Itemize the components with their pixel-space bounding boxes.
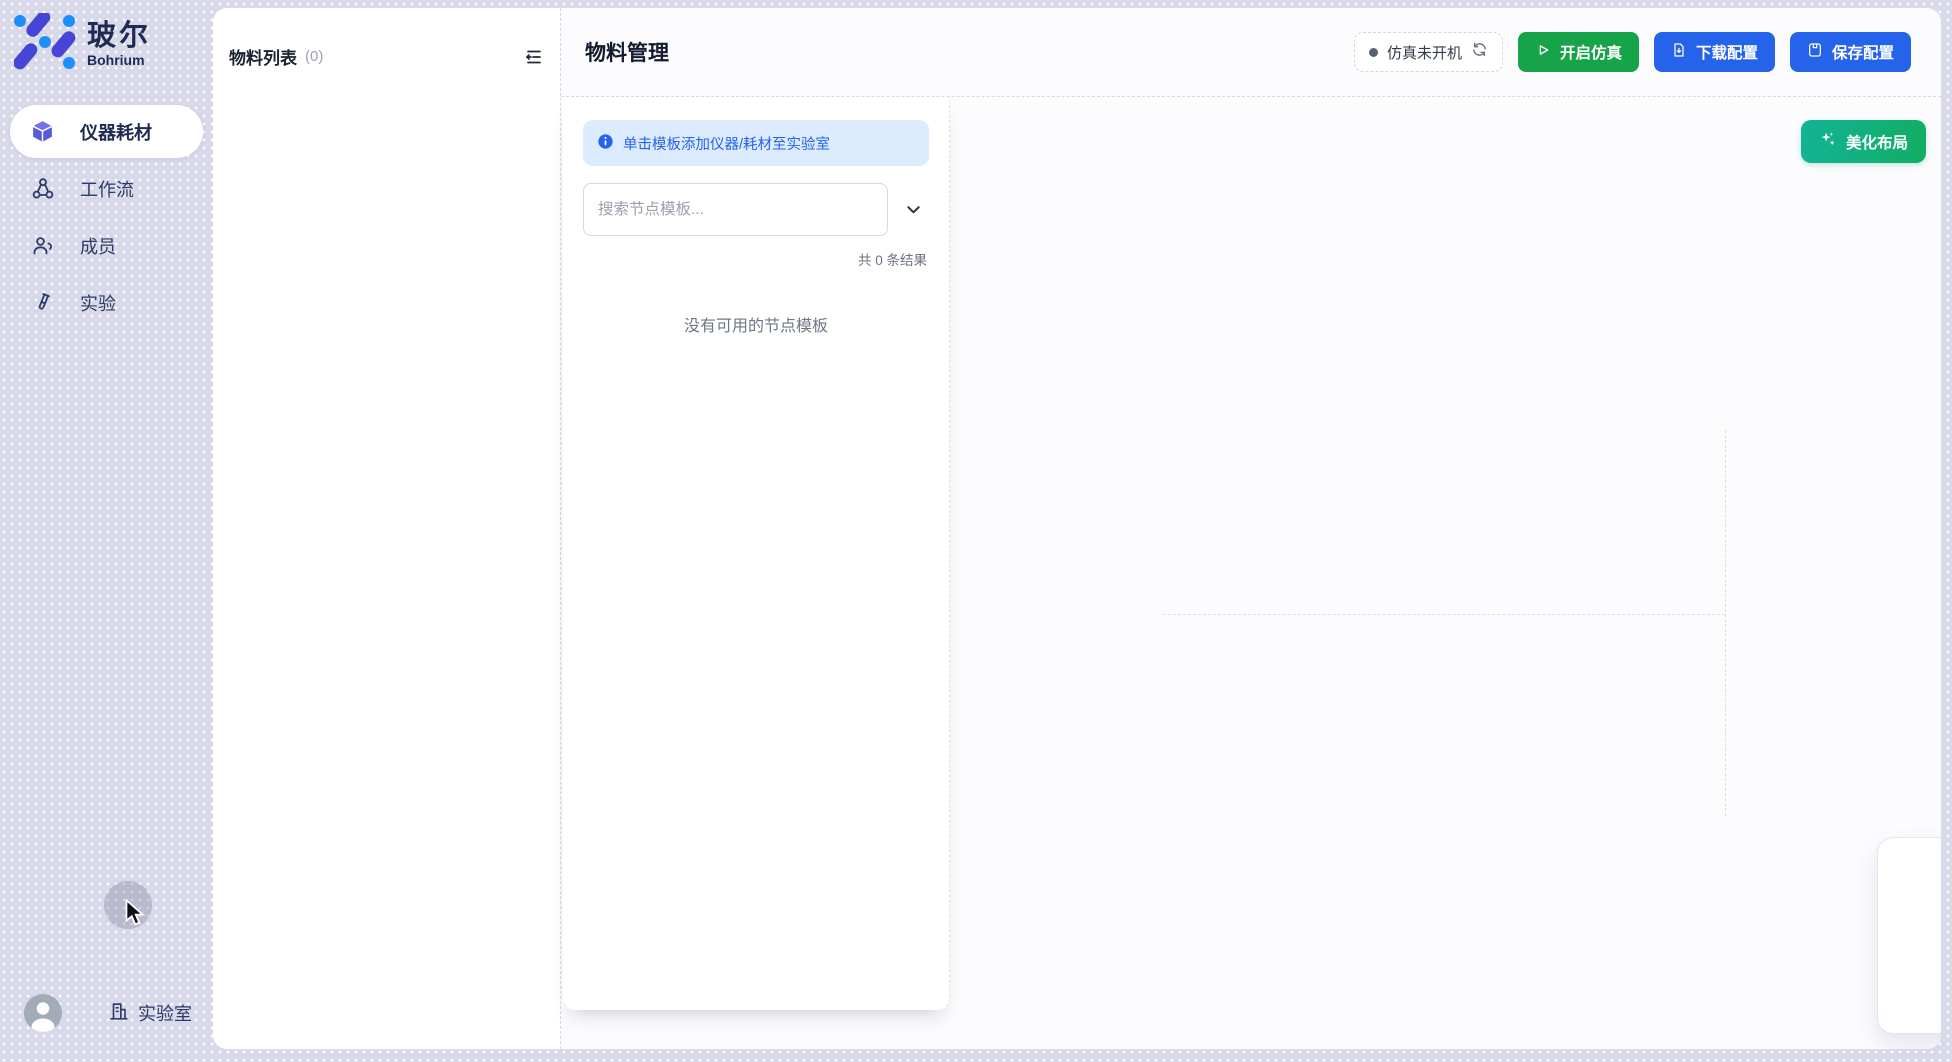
- members-icon: [30, 233, 55, 258]
- brand-logo: 玻尔 Bohrium: [14, 13, 151, 76]
- lab-entry[interactable]: 实验室: [108, 1000, 192, 1027]
- info-banner-text: 单击模板添加仪器/耗材至实验室: [623, 133, 830, 154]
- sidebar-item-label: 成员: [80, 233, 116, 259]
- search-row: [583, 183, 929, 236]
- start-simulation-label: 开启仿真: [1560, 41, 1622, 63]
- collapse-panel-icon[interactable]: [523, 46, 545, 68]
- minimap[interactable]: [1877, 837, 1941, 1034]
- sidebar-item-label: 仪器耗材: [80, 119, 152, 145]
- empty-template-message: 没有可用的节点模板: [583, 312, 929, 336]
- page-title: 物料管理: [585, 37, 669, 67]
- brand-name: 玻尔 Bohrium: [87, 21, 151, 68]
- simulation-status-label: 仿真未开机: [1387, 42, 1462, 63]
- result-count: 共 0 条结果: [583, 249, 929, 269]
- app-root: 玻尔 Bohrium 仪器耗材: [0, 0, 1952, 1062]
- status-dot-icon: [1369, 48, 1378, 57]
- mouse-cursor: [104, 881, 152, 929]
- sidebar-item-label: 实验: [80, 290, 116, 316]
- canvas-guide-line-vertical: [1725, 430, 1726, 816]
- file-download-icon: [1671, 42, 1687, 63]
- node-template-panel: 单击模板添加仪器/耗材至实验室 共 0 条结果 没有可用的节点模板: [563, 97, 950, 1010]
- info-banner: 单击模板添加仪器/耗材至实验室: [583, 120, 929, 166]
- workflow-icon: [30, 176, 55, 201]
- search-input[interactable]: [583, 183, 888, 236]
- sparkles-icon: [1819, 130, 1837, 153]
- save-config-label: 保存配置: [1832, 41, 1894, 63]
- header-actions: 仿真未开机 开启仿真: [1354, 32, 1911, 72]
- brand-title: 玻尔: [87, 21, 151, 51]
- material-list-header: 物料列表 (0): [213, 8, 560, 69]
- save-config-button[interactable]: 保存配置: [1790, 32, 1911, 72]
- material-list-count: (0): [305, 48, 323, 65]
- cube-icon: [30, 119, 55, 144]
- building-icon: [108, 1000, 130, 1027]
- start-simulation-button[interactable]: 开启仿真: [1518, 32, 1639, 72]
- sidebar-item-label: 工作流: [80, 176, 134, 202]
- sidebar-item-experiment[interactable]: 实验: [10, 276, 203, 329]
- user-avatar[interactable]: [24, 994, 62, 1032]
- material-list-title: 物料列表: [229, 44, 297, 69]
- page-header: 物料管理 仿真未开机: [561, 8, 1941, 97]
- main-card: 物料列表 (0) 物料管理 仿真未开机: [213, 8, 1941, 1049]
- brand-subtitle: Bohrium: [87, 52, 151, 68]
- simulation-status-pill[interactable]: 仿真未开机: [1354, 32, 1503, 72]
- beautify-layout-label: 美化布局: [1846, 131, 1908, 153]
- download-config-label: 下载配置: [1696, 41, 1758, 63]
- lab-entry-label: 实验室: [138, 1000, 192, 1026]
- bohrium-logo-icon: [14, 13, 76, 76]
- cursor-arrow-icon: [124, 899, 148, 927]
- sidebar: 玻尔 Bohrium 仪器耗材: [0, 0, 213, 1062]
- save-icon: [1807, 42, 1823, 63]
- download-config-button[interactable]: 下载配置: [1654, 32, 1775, 72]
- test-tube-icon: [30, 290, 55, 315]
- info-icon: [597, 133, 614, 154]
- canvas-guide-line-horizontal: [1163, 614, 1725, 615]
- chevron-down-icon[interactable]: [904, 200, 923, 219]
- refresh-icon[interactable]: [1471, 41, 1488, 63]
- sidebar-footer: 实验室: [24, 994, 192, 1032]
- sidebar-nav: 仪器耗材 工作流: [10, 105, 203, 329]
- beautify-layout-button[interactable]: 美化布局: [1801, 120, 1926, 163]
- sidebar-item-workflow[interactable]: 工作流: [10, 162, 203, 215]
- sidebar-item-instruments[interactable]: 仪器耗材: [10, 105, 203, 158]
- sidebar-item-members[interactable]: 成员: [10, 219, 203, 272]
- play-icon: [1535, 42, 1551, 63]
- flow-canvas[interactable]: 单击模板添加仪器/耗材至实验室 共 0 条结果 没有可用的节点模板: [561, 97, 1941, 1049]
- material-list-panel: 物料列表 (0): [213, 8, 560, 1049]
